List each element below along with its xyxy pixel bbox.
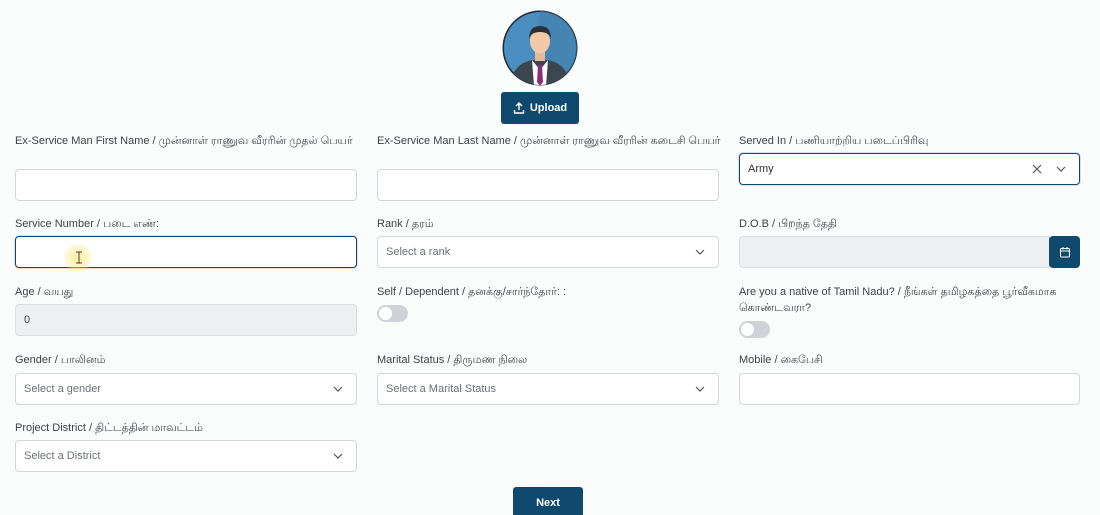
mobile-label: Mobile / கைபேசி [739, 354, 823, 366]
text-cursor-icon [76, 251, 82, 264]
profile-avatar [502, 10, 578, 86]
gender-placeholder: Select a gender [24, 383, 102, 395]
last-name-input[interactable] [377, 169, 719, 201]
project-district-select[interactable]: Select a District [15, 440, 357, 472]
chevron-down-icon[interactable] [694, 246, 706, 258]
next-button[interactable]: Next [513, 487, 583, 515]
chevron-down-icon[interactable] [332, 383, 344, 395]
close-icon[interactable] [1031, 163, 1043, 175]
upload-label: Upload [529, 102, 568, 114]
rank-select[interactable]: Select a rank [377, 236, 719, 268]
rank-placeholder: Select a rank [386, 246, 451, 258]
chevron-down-icon[interactable] [332, 450, 344, 462]
age-label: Age / வயது [15, 286, 74, 298]
served-in-select[interactable]: Army [739, 153, 1080, 185]
upload-button[interactable]: Upload [501, 92, 579, 124]
chevron-down-icon[interactable] [1055, 163, 1067, 175]
served-in-value: Army [748, 163, 774, 175]
gender-select[interactable]: Select a gender [15, 373, 357, 405]
toggle-knob [379, 307, 392, 320]
first-name-input[interactable] [15, 169, 357, 201]
self-dependent-toggle[interactable] [377, 305, 408, 322]
project-district-placeholder: Select a District [24, 450, 101, 462]
native-tn-toggle[interactable] [739, 321, 770, 338]
rank-label: Rank / தரம் [377, 218, 434, 230]
dob-label: D.O.B / பிறந்த தேதி [739, 218, 837, 230]
gender-label: Gender / பாலினம் [15, 354, 106, 366]
marital-status-label: Marital Status / திருமண நிலை [377, 354, 528, 366]
calendar-icon [1059, 247, 1070, 258]
chevron-down-icon[interactable] [694, 383, 706, 395]
marital-status-placeholder: Select a Marital Status [386, 383, 497, 395]
upload-icon [513, 102, 525, 114]
mobile-input[interactable] [739, 373, 1080, 405]
avatar-icon [502, 10, 578, 86]
first-name-label: Ex-Service Man First Name / முன்னாள் ராண… [15, 135, 353, 147]
native-tn-label: Are you a native of Tamil Nadu? / நீங்கள… [739, 286, 1057, 314]
marital-status-select[interactable]: Select a Marital Status [377, 373, 719, 405]
service-number-label: Service Number / படை எண்: [15, 218, 160, 230]
dob-input[interactable] [739, 236, 1050, 268]
age-input [15, 304, 357, 336]
last-name-label: Ex-Service Man Last Name / முன்னாள் ராணு… [377, 135, 721, 147]
served-in-label: Served In / பணியாற்றிய படைப்பிரிவு [739, 135, 929, 147]
toggle-knob [741, 323, 754, 336]
project-district-label: Project District / திட்டத்தின் மாவட்டம் [15, 422, 203, 434]
self-dependent-label: Self / Dependent / தனக்கு/சார்ந்தோர்: : [377, 286, 567, 298]
calendar-button[interactable] [1049, 236, 1080, 268]
